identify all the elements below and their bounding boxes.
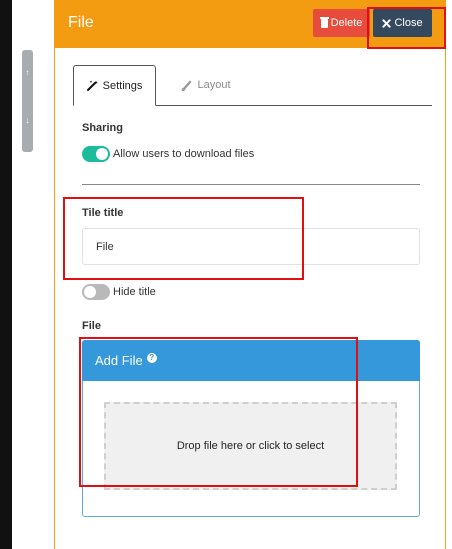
trash-icon [319, 16, 329, 28]
arrow-up-icon[interactable]: ↑ [22, 68, 33, 77]
close-button[interactable]: Close [373, 9, 432, 37]
panel-title: File [68, 14, 94, 31]
tab-settings-label: Settings [102, 79, 143, 92]
tile-title-label: Tile title [82, 207, 124, 219]
magic-wand-icon [86, 80, 98, 91]
toggle-knob [96, 148, 108, 160]
hide-title-toggle[interactable] [82, 284, 110, 300]
delete-button-label: Delete [330, 17, 363, 29]
help-icon[interactable]: ? [146, 352, 157, 363]
window-edge-notch [12, 455, 18, 549]
tab-layout-label: Layout [197, 79, 231, 91]
close-icon [382, 18, 392, 28]
tab-layout[interactable]: Layout [166, 65, 246, 105]
sharing-toggle-text: Allow users to download files [113, 148, 255, 160]
tab-settings[interactable]: Settings [73, 65, 156, 106]
window-left-edge [0, 0, 12, 549]
sharing-label: Sharing [82, 122, 123, 134]
close-button-label: Close [394, 17, 423, 29]
arrow-down-icon[interactable]: ↓ [22, 116, 33, 125]
section-divider [82, 184, 420, 185]
brush-icon [182, 80, 192, 91]
file-label: File [82, 320, 101, 332]
add-file-header: Add File ? [82, 340, 420, 381]
dropzone-text: Drop file here or click to select [176, 440, 325, 452]
file-dropzone[interactable]: Drop file here or click to select [104, 402, 397, 490]
toggle-knob [84, 286, 96, 298]
hide-title-toggle-text: Hide title [113, 286, 156, 298]
add-file-title: Add File [95, 353, 143, 368]
tile-title-input[interactable] [82, 228, 420, 265]
reorder-handle[interactable]: ↑ ↓ [22, 50, 33, 152]
sharing-toggle[interactable] [82, 146, 110, 162]
delete-button[interactable]: Delete [313, 9, 370, 37]
